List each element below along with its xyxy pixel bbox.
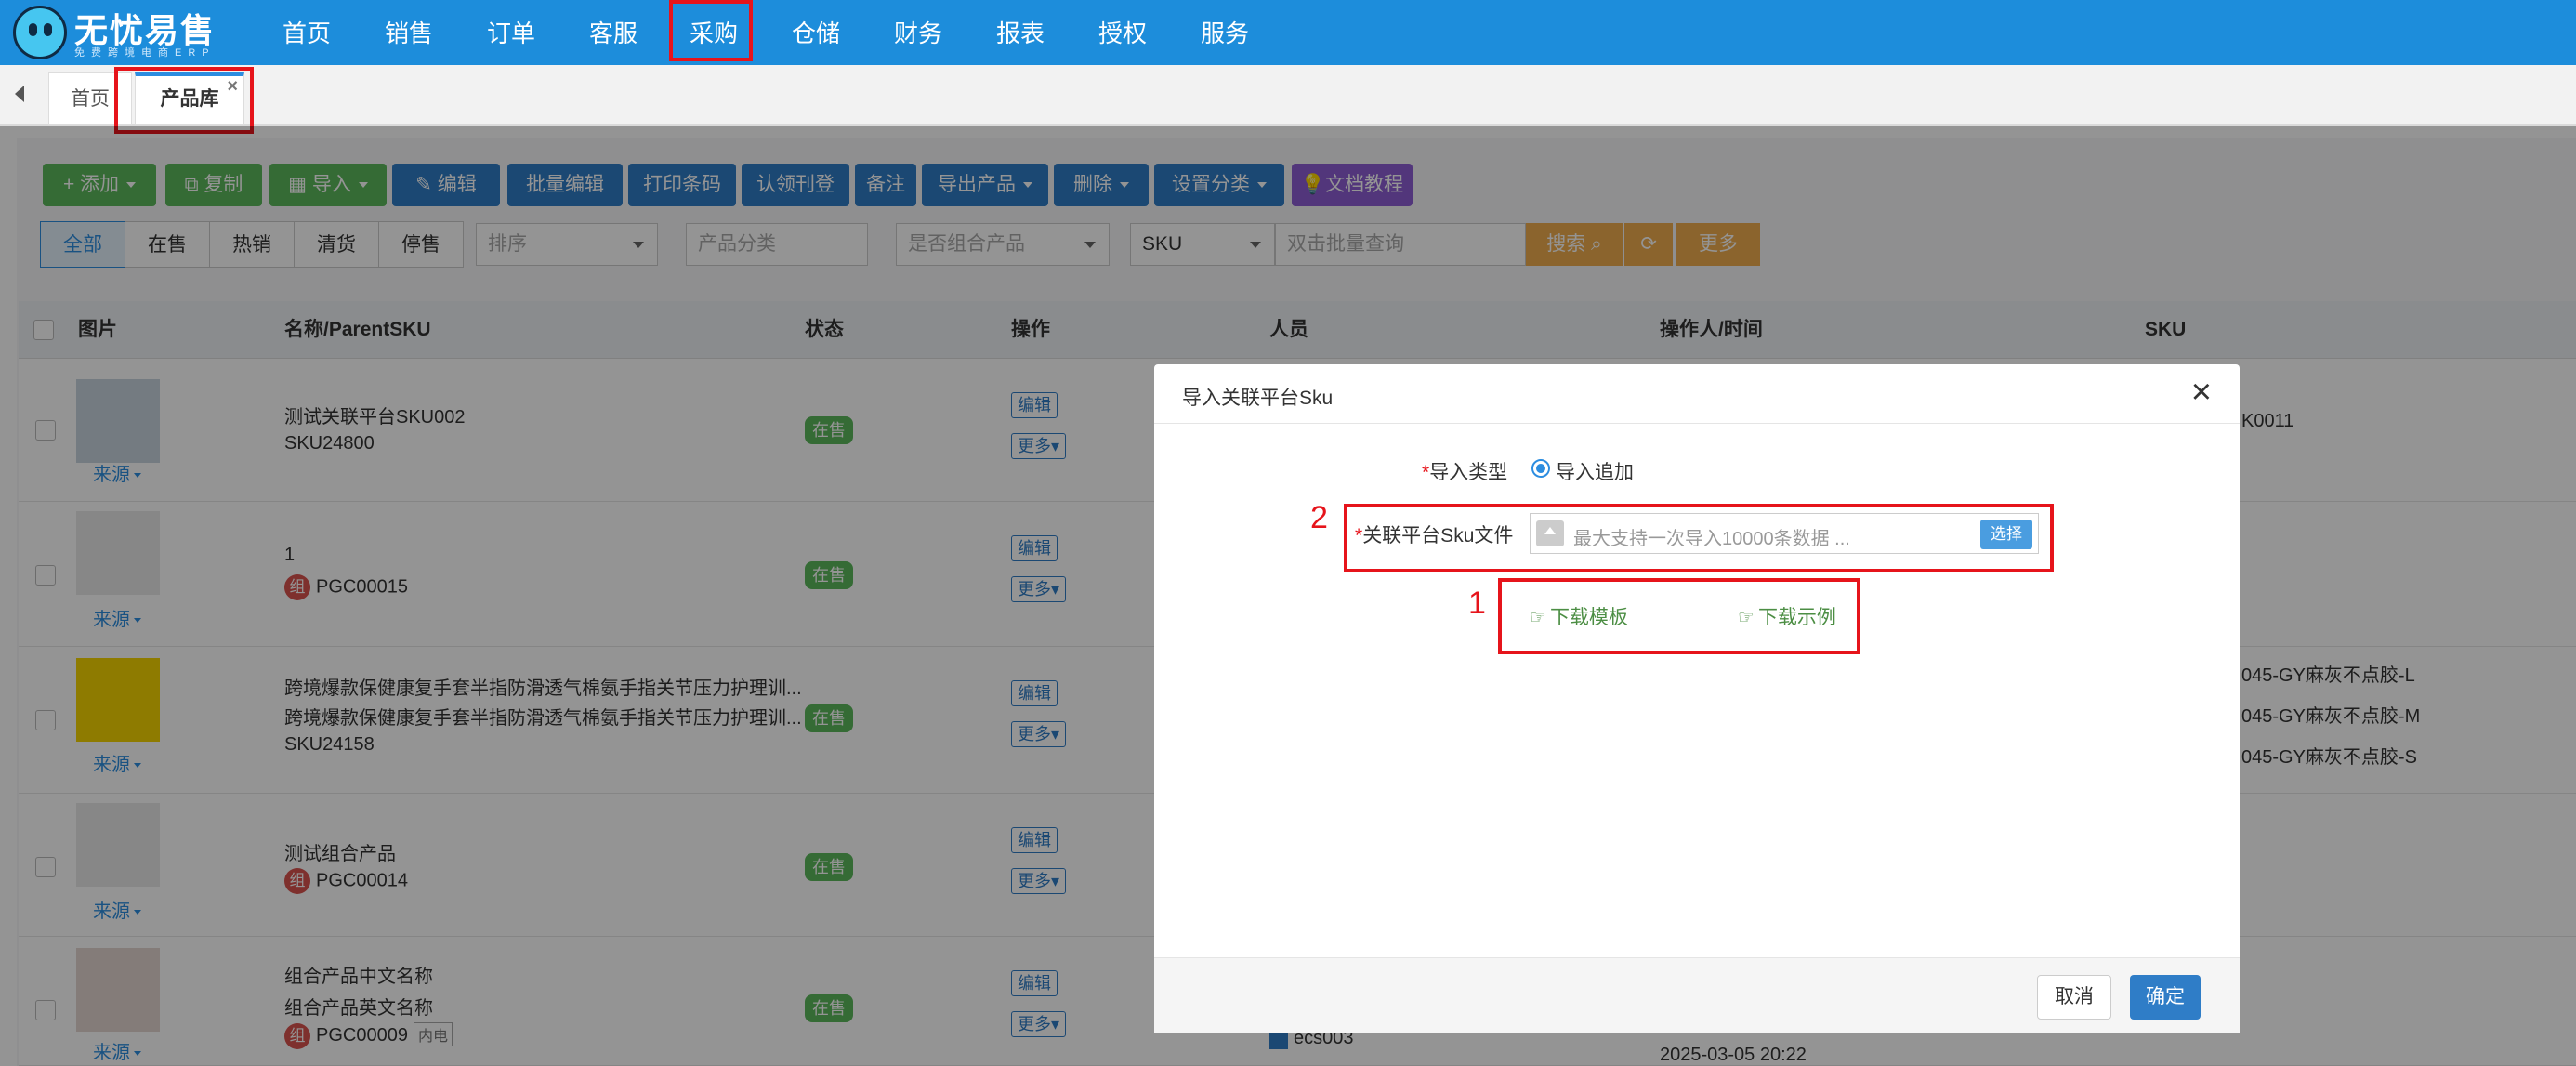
modal-footer: 取消 确定: [1154, 957, 2240, 1033]
nav-item-orders[interactable]: 订单: [474, 0, 548, 65]
annotation-box-file-field: [1344, 504, 2054, 572]
app-subtitle: 免费跨境电商ERP: [74, 47, 216, 59]
confirm-button[interactable]: 确定: [2130, 975, 2201, 1020]
product-tab-highlight-box: [114, 67, 254, 134]
import-platform-sku-modal: 导入关联平台Sku × *导入类型 导入追加 *关联平台Sku文件 最大支持一次…: [1154, 364, 2240, 1033]
close-icon[interactable]: ×: [2191, 374, 2212, 411]
annotation-number-2: 2: [1310, 500, 1328, 535]
nav-item-reports[interactable]: 报表: [983, 0, 1058, 65]
nav-item-authorize[interactable]: 授权: [1085, 0, 1160, 65]
import-append-label[interactable]: 导入追加: [1556, 457, 1634, 485]
nav-item-warehouse[interactable]: 仓储: [779, 0, 853, 65]
top-nav: 无忧易售 免费跨境电商ERP 首页 销售 订单 客服 采购 仓储 财务 报表 授…: [0, 0, 2576, 65]
nav-item-finance[interactable]: 财务: [881, 0, 955, 65]
modal-header: 导入关联平台Sku ×: [1154, 364, 2240, 424]
tab-scroll-left-icon[interactable]: [15, 86, 24, 102]
nav-item-services[interactable]: 服务: [1188, 0, 1262, 65]
cancel-button[interactable]: 取消: [2037, 975, 2111, 1020]
import-append-radio[interactable]: [1531, 459, 1550, 478]
purchase-highlight-box: [669, 0, 753, 61]
nav-item-home[interactable]: 首页: [269, 0, 344, 65]
app-logo[interactable]: 无忧易售 免费跨境电商ERP: [13, 4, 217, 61]
import-type-label: *导入类型: [1422, 462, 1508, 483]
annotation-box-download-links: [1498, 578, 1860, 654]
tab-bar: 首页 产品库 ×: [0, 65, 2576, 126]
modal-title: 导入关联平台Sku: [1182, 388, 1334, 409]
nav-item-service[interactable]: 客服: [576, 0, 651, 65]
nav-item-sales[interactable]: 销售: [372, 0, 446, 65]
octopus-logo-icon: [13, 6, 67, 59]
annotation-number-1: 1: [1468, 586, 1486, 621]
